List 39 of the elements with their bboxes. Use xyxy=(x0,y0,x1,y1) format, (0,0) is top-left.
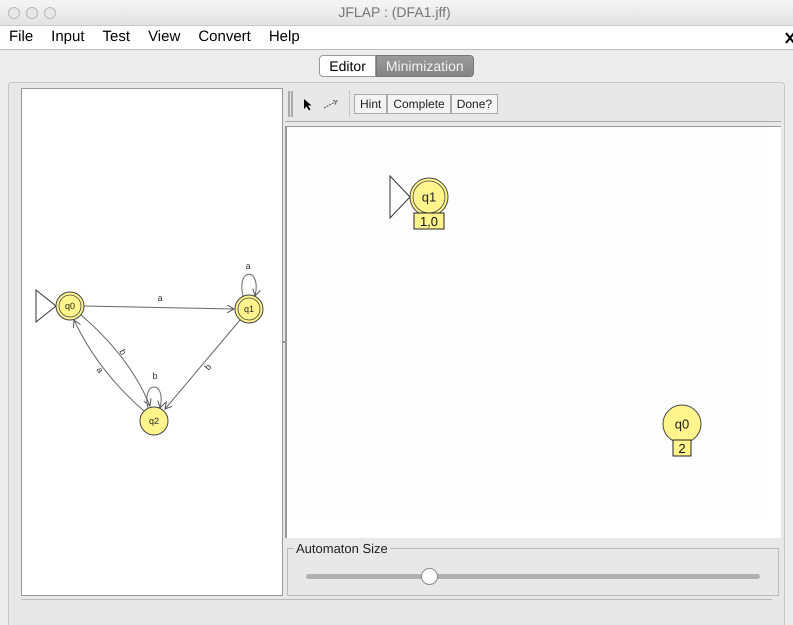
menu-item[interactable]: Convert xyxy=(198,26,251,49)
transition-arrow[interactable] xyxy=(241,274,261,296)
state-circle[interactable] xyxy=(234,294,264,324)
arrow-icon[interactable] xyxy=(323,99,339,110)
close-icon[interactable] xyxy=(785,31,793,45)
state-label: q2 xyxy=(149,416,159,426)
transition-label: a xyxy=(94,365,106,375)
state-label: q0 xyxy=(674,416,690,432)
splitter-handle-icon[interactable] xyxy=(283,341,285,343)
slider-thumb[interactable] xyxy=(420,568,438,586)
transition-arrow[interactable] xyxy=(146,386,166,408)
state-label: q0 xyxy=(65,301,75,312)
state-label: q1 xyxy=(244,304,254,314)
tab[interactable]: Editor xyxy=(319,55,376,77)
toolbar-grip-icon xyxy=(288,91,293,118)
state-set-label: 1,0 xyxy=(414,212,444,230)
state-circle[interactable] xyxy=(662,404,702,444)
transition-label: b xyxy=(152,371,158,381)
state-set-label: 2 xyxy=(672,439,692,456)
toolbar-button[interactable]: Done? xyxy=(450,94,498,114)
window-title: JFLAP : (DFA1.jff) xyxy=(338,3,451,22)
pointer-icon[interactable] xyxy=(303,98,313,111)
state-circle[interactable] xyxy=(140,406,168,436)
transition-label: a xyxy=(246,261,250,271)
transition-label: b xyxy=(202,362,214,372)
state-circle[interactable] xyxy=(56,292,84,320)
menu-item[interactable]: View xyxy=(148,26,180,49)
state-label: q1 xyxy=(422,189,436,204)
menu-item[interactable]: Help xyxy=(268,26,300,49)
menu-item[interactable]: File xyxy=(9,26,34,49)
menu-item[interactable]: Test xyxy=(102,26,130,49)
transition-arrow[interactable] xyxy=(73,320,144,412)
toolbar-button[interactable]: Complete xyxy=(387,94,451,114)
menu-item[interactable]: Input xyxy=(51,26,85,49)
transition-arrow[interactable] xyxy=(80,314,152,406)
transition-arrow[interactable] xyxy=(84,304,234,314)
transition-label: a xyxy=(158,293,162,303)
transition-label: b xyxy=(117,347,129,357)
toolbar-button[interactable]: Hint xyxy=(354,94,388,114)
